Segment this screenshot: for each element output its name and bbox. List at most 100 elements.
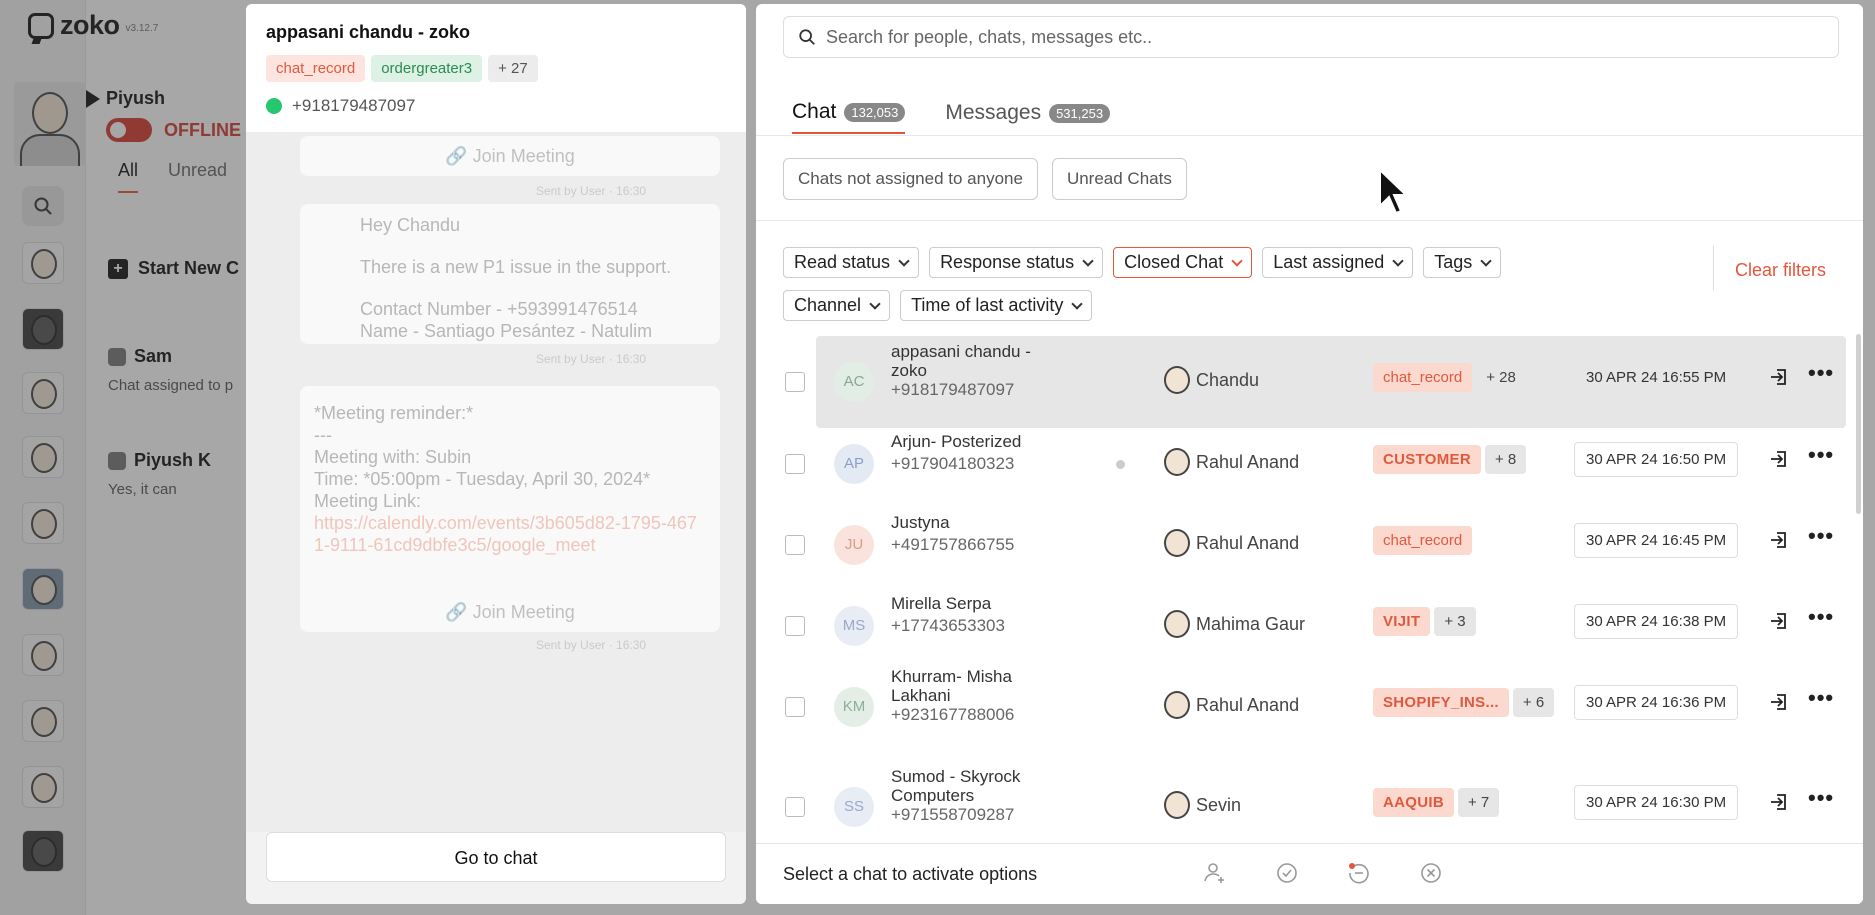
table-row[interactable]: SS Sumod - Skyrock Computers +971558709287…: [756, 761, 1863, 841]
more-options-icon[interactable]: •••: [1808, 442, 1834, 468]
more-options-icon[interactable]: •••: [1808, 685, 1834, 711]
join-meeting-button[interactable]: 🔗 Join Meeting: [300, 136, 720, 176]
tab-chat[interactable]: Chat 132,053: [792, 100, 906, 134]
chat-preview-panel: 🔗 Join Meeting Sent by User · 16:30 Hey …: [246, 4, 746, 904]
table-row[interactable]: AC appasani chandu - zoko +918179487097 Cha…: [756, 336, 1863, 428]
assigned-agent: Chandu: [1164, 366, 1259, 394]
more-tags-chip[interactable]: + 8: [1484, 445, 1527, 474]
message-thread: 🔗 Join Meeting Sent by User · 16:30 Hey …: [246, 132, 746, 832]
more-tags-chip[interactable]: + 3: [1434, 607, 1476, 636]
more-options-icon[interactable]: •••: [1808, 604, 1834, 630]
row-checkbox[interactable]: [785, 372, 805, 392]
meeting-link[interactable]: https://calendly.com/events/3b605d82-179…: [314, 512, 706, 556]
row-tags: chat_record + 28: [1373, 363, 1526, 392]
more-tags-chip[interactable]: + 6: [1512, 688, 1555, 717]
contact-name: Justyna: [891, 513, 950, 532]
table-row[interactable]: AP Arjun- Posterized +917904180323 Rahul An…: [756, 418, 1863, 498]
tag-chip[interactable]: chat_record: [266, 55, 366, 82]
check-circle-icon[interactable]: [1274, 860, 1300, 886]
tab-messages[interactable]: Messages 531,253: [945, 100, 1111, 134]
open-chat-icon[interactable]: [1768, 448, 1790, 470]
filter-tags[interactable]: Tags: [1423, 247, 1502, 278]
filter-closed-chat[interactable]: Closed Chat: [1113, 247, 1253, 278]
filter-last-assigned[interactable]: Last assigned: [1262, 247, 1414, 278]
last-activity-date: 30 APR 24 16:38 PM: [1574, 604, 1739, 639]
row-checkbox[interactable]: [785, 797, 805, 817]
table-row[interactable]: KM Khurram- Misha Lakhani +923167788006 Rah…: [756, 661, 1863, 741]
row-checkbox[interactable]: [785, 535, 805, 555]
clear-filters-button[interactable]: Clear filters: [1735, 260, 1826, 281]
tag-chip[interactable]: chat_record: [1373, 363, 1473, 392]
chevron-down-icon: [1231, 254, 1243, 267]
contact-name: Sumod - Skyrock Computers: [891, 767, 1021, 805]
mark-unread-icon[interactable]: [1346, 860, 1372, 886]
unassigned-chats-button[interactable]: Chats not assigned to anyone: [783, 158, 1038, 200]
search-panel: Chat132,053 Messages531,253 Chats not as…: [756, 4, 1863, 904]
chevron-down-icon: [1082, 254, 1094, 267]
open-chat-icon[interactable]: [1768, 691, 1790, 713]
table-row[interactable]: MS Mirella Serpa +17743653303 Mahima Gaur VI…: [756, 580, 1863, 660]
preview-phone: +918179487097: [266, 96, 726, 116]
count-badge: 531,253: [1049, 103, 1111, 123]
contact-name: Arjun- Posterized: [891, 432, 1022, 451]
open-chat-icon[interactable]: [1768, 529, 1790, 551]
tag-chip[interactable]: ordergreater3: [371, 55, 483, 82]
contact-initials-avatar: SS: [834, 787, 874, 827]
contact-initials-avatar: AC: [834, 362, 874, 402]
more-tags-chip[interactable]: + 7: [1457, 788, 1500, 817]
join-meeting-button[interactable]: 🔗 Join Meeting: [300, 592, 720, 632]
contact-name: Mirella Serpa: [891, 594, 992, 613]
more-options-icon[interactable]: •••: [1808, 360, 1834, 386]
tag-chip[interactable]: chat_record: [1373, 526, 1473, 555]
bulk-action-hint: Select a chat to activate options: [783, 864, 1038, 884]
row-tags: VIJIT + 3: [1373, 607, 1476, 636]
last-activity-date: 30 APR 24 16:50 PM: [1574, 442, 1739, 477]
open-chat-icon[interactable]: [1768, 610, 1790, 632]
agent-avatar: [1164, 791, 1190, 819]
message-bubble: Hey Chandu There is a new P1 issue in th…: [300, 204, 720, 344]
more-options-icon[interactable]: •••: [1808, 523, 1834, 549]
divider: [1713, 246, 1714, 290]
preview-tags: chat_record ordergreater3 + 27: [266, 55, 726, 82]
row-checkbox[interactable]: [785, 616, 805, 636]
assigned-agent: Sevin: [1164, 791, 1241, 819]
tag-chip[interactable]: SHOPIFY_INS...: [1373, 688, 1509, 717]
contact-initials-avatar: MS: [834, 606, 874, 646]
agent-avatar: [1164, 691, 1190, 719]
contact-phone: +17743653303: [891, 616, 1005, 635]
row-checkbox[interactable]: [785, 454, 805, 474]
preview-title: appasani chandu - zoko: [266, 22, 471, 42]
chevron-down-icon: [1392, 254, 1404, 267]
unread-chats-button[interactable]: Unread Chats: [1051, 158, 1187, 200]
search-input[interactable]: [826, 26, 1786, 48]
open-chat-icon[interactable]: [1768, 791, 1790, 813]
row-checkbox[interactable]: [785, 697, 805, 717]
contact-name: Khurram- Misha Lakhani: [891, 667, 1012, 705]
go-to-chat-button[interactable]: Go to chat: [266, 832, 726, 882]
filter-channel[interactable]: Channel: [783, 290, 891, 321]
filter-time-of-last-activity[interactable]: Time of last activity: [900, 290, 1093, 321]
more-options-icon[interactable]: •••: [1808, 785, 1834, 811]
search-bar[interactable]: [783, 16, 1839, 58]
assign-user-icon[interactable]: [1202, 860, 1228, 886]
more-tags-chip[interactable]: + 27: [488, 55, 538, 82]
message-timestamp: Sent by User · 16:30: [536, 352, 647, 366]
filter-response-status[interactable]: Response status: [929, 247, 1104, 278]
contact-initials-avatar: KM: [834, 687, 874, 727]
scrollbar[interactable]: [1856, 334, 1861, 514]
count-badge: 132,053: [844, 102, 906, 122]
close-circle-icon[interactable]: [1418, 860, 1444, 886]
more-tags-chip[interactable]: + 28: [1476, 363, 1526, 392]
open-chat-icon[interactable]: [1768, 366, 1790, 388]
filter-read-status[interactable]: Read status: [783, 247, 920, 278]
row-tags: AAQUIB + 7: [1373, 788, 1500, 817]
table-row[interactable]: JU Justyna +491757866755 Rahul Anand chat_re…: [756, 499, 1863, 579]
tag-chip[interactable]: CUSTOMER: [1373, 445, 1481, 474]
message-bubble: *Meeting reminder:* --- Meeting with: Su…: [300, 386, 720, 618]
result-tabs: Chat 132,053 Messages 531,253: [792, 100, 1111, 134]
divider: [756, 220, 1863, 221]
contact-phone: +923167788006: [891, 705, 1015, 724]
tag-chip[interactable]: VIJIT: [1373, 607, 1431, 636]
status-dot: [1116, 460, 1125, 469]
tag-chip[interactable]: AAQUIB: [1373, 788, 1454, 817]
